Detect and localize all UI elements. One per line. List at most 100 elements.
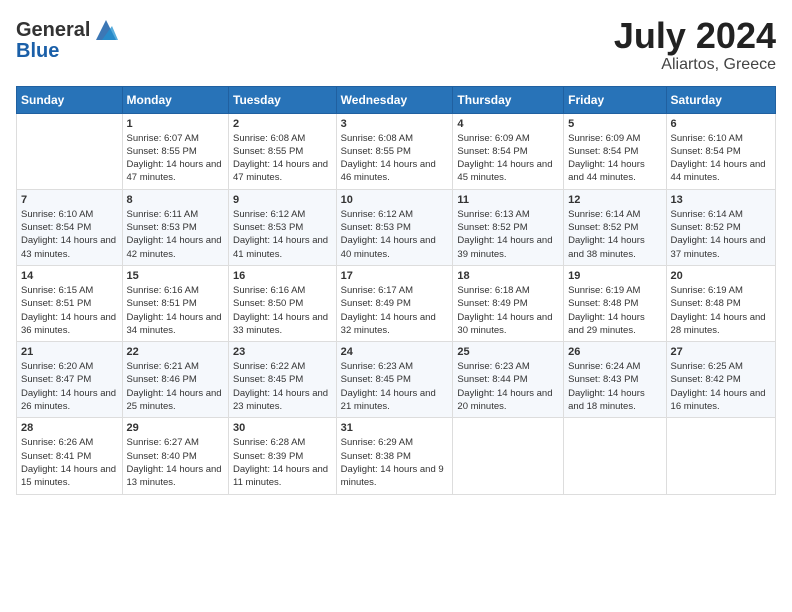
header-monday: Monday [122,86,228,113]
day-number: 7 [21,194,118,206]
calendar-cell: 3 Sunrise: 6:08 AM Sunset: 8:55 PM Dayli… [336,113,453,189]
calendar-cell: 31 Sunrise: 6:29 AM Sunset: 8:38 PM Dayl… [336,418,453,494]
calendar-cell: 27 Sunrise: 6:25 AM Sunset: 8:42 PM Dayl… [666,342,775,418]
day-number: 6 [671,118,771,130]
cell-content: Sunrise: 6:12 AM Sunset: 8:53 PM Dayligh… [233,208,332,261]
calendar-cell: 11 Sunrise: 6:13 AM Sunset: 8:52 PM Dayl… [453,189,564,265]
calendar-cell [17,113,123,189]
day-number: 19 [568,270,661,282]
day-number: 29 [127,422,224,434]
week-row-2: 14 Sunrise: 6:15 AM Sunset: 8:51 PM Dayl… [17,265,776,341]
day-number: 27 [671,346,771,358]
cell-content: Sunrise: 6:13 AM Sunset: 8:52 PM Dayligh… [457,208,559,261]
header-friday: Friday [564,86,666,113]
day-number: 20 [671,270,771,282]
calendar-cell [564,418,666,494]
title-block: July 2024 Aliartos, Greece [614,16,776,74]
calendar-cell: 25 Sunrise: 6:23 AM Sunset: 8:44 PM Dayl… [453,342,564,418]
cell-content: Sunrise: 6:23 AM Sunset: 8:44 PM Dayligh… [457,360,559,413]
calendar-cell: 26 Sunrise: 6:24 AM Sunset: 8:43 PM Dayl… [564,342,666,418]
week-row-1: 7 Sunrise: 6:10 AM Sunset: 8:54 PM Dayli… [17,189,776,265]
cell-content: Sunrise: 6:29 AM Sunset: 8:38 PM Dayligh… [341,436,449,489]
week-row-4: 28 Sunrise: 6:26 AM Sunset: 8:41 PM Dayl… [17,418,776,494]
calendar-cell: 7 Sunrise: 6:10 AM Sunset: 8:54 PM Dayli… [17,189,123,265]
header-saturday: Saturday [666,86,775,113]
day-number: 24 [341,346,449,358]
cell-content: Sunrise: 6:14 AM Sunset: 8:52 PM Dayligh… [568,208,661,261]
day-number: 21 [21,346,118,358]
calendar-cell: 5 Sunrise: 6:09 AM Sunset: 8:54 PM Dayli… [564,113,666,189]
calendar-subtitle: Aliartos, Greece [614,56,776,74]
day-number: 25 [457,346,559,358]
calendar-cell: 1 Sunrise: 6:07 AM Sunset: 8:55 PM Dayli… [122,113,228,189]
calendar-cell: 22 Sunrise: 6:21 AM Sunset: 8:46 PM Dayl… [122,342,228,418]
cell-content: Sunrise: 6:24 AM Sunset: 8:43 PM Dayligh… [568,360,661,413]
cell-content: Sunrise: 6:28 AM Sunset: 8:39 PM Dayligh… [233,436,332,489]
cell-content: Sunrise: 6:08 AM Sunset: 8:55 PM Dayligh… [341,132,449,185]
calendar-cell: 30 Sunrise: 6:28 AM Sunset: 8:39 PM Dayl… [229,418,337,494]
calendar-cell: 18 Sunrise: 6:18 AM Sunset: 8:49 PM Dayl… [453,265,564,341]
calendar-cell [666,418,775,494]
day-number: 9 [233,194,332,206]
cell-content: Sunrise: 6:16 AM Sunset: 8:51 PM Dayligh… [127,284,224,337]
logo-icon [92,16,120,44]
header: General Blue July 2024 Aliartos, Greece [16,16,776,74]
calendar-cell: 20 Sunrise: 6:19 AM Sunset: 8:48 PM Dayl… [666,265,775,341]
calendar-cell: 12 Sunrise: 6:14 AM Sunset: 8:52 PM Dayl… [564,189,666,265]
day-number: 30 [233,422,332,434]
calendar-header-row: SundayMondayTuesdayWednesdayThursdayFrid… [17,86,776,113]
cell-content: Sunrise: 6:19 AM Sunset: 8:48 PM Dayligh… [671,284,771,337]
day-number: 4 [457,118,559,130]
day-number: 26 [568,346,661,358]
day-number: 1 [127,118,224,130]
cell-content: Sunrise: 6:21 AM Sunset: 8:46 PM Dayligh… [127,360,224,413]
week-row-3: 21 Sunrise: 6:20 AM Sunset: 8:47 PM Dayl… [17,342,776,418]
calendar-cell: 10 Sunrise: 6:12 AM Sunset: 8:53 PM Dayl… [336,189,453,265]
header-sunday: Sunday [17,86,123,113]
day-number: 28 [21,422,118,434]
cell-content: Sunrise: 6:26 AM Sunset: 8:41 PM Dayligh… [21,436,118,489]
day-number: 3 [341,118,449,130]
calendar-cell: 23 Sunrise: 6:22 AM Sunset: 8:45 PM Dayl… [229,342,337,418]
cell-content: Sunrise: 6:12 AM Sunset: 8:53 PM Dayligh… [341,208,449,261]
day-number: 16 [233,270,332,282]
cell-content: Sunrise: 6:16 AM Sunset: 8:50 PM Dayligh… [233,284,332,337]
cell-content: Sunrise: 6:20 AM Sunset: 8:47 PM Dayligh… [21,360,118,413]
calendar-title: July 2024 [614,16,776,56]
day-number: 10 [341,194,449,206]
day-number: 23 [233,346,332,358]
cell-content: Sunrise: 6:17 AM Sunset: 8:49 PM Dayligh… [341,284,449,337]
cell-content: Sunrise: 6:22 AM Sunset: 8:45 PM Dayligh… [233,360,332,413]
calendar-cell: 4 Sunrise: 6:09 AM Sunset: 8:54 PM Dayli… [453,113,564,189]
header-tuesday: Tuesday [229,86,337,113]
header-thursday: Thursday [453,86,564,113]
cell-content: Sunrise: 6:09 AM Sunset: 8:54 PM Dayligh… [568,132,661,185]
calendar-cell: 9 Sunrise: 6:12 AM Sunset: 8:53 PM Dayli… [229,189,337,265]
cell-content: Sunrise: 6:07 AM Sunset: 8:55 PM Dayligh… [127,132,224,185]
cell-content: Sunrise: 6:08 AM Sunset: 8:55 PM Dayligh… [233,132,332,185]
calendar-cell: 24 Sunrise: 6:23 AM Sunset: 8:45 PM Dayl… [336,342,453,418]
day-number: 22 [127,346,224,358]
page-container: General Blue July 2024 Aliartos, Greece … [0,0,792,503]
cell-content: Sunrise: 6:10 AM Sunset: 8:54 PM Dayligh… [671,132,771,185]
week-row-0: 1 Sunrise: 6:07 AM Sunset: 8:55 PM Dayli… [17,113,776,189]
calendar-cell: 8 Sunrise: 6:11 AM Sunset: 8:53 PM Dayli… [122,189,228,265]
calendar-cell: 21 Sunrise: 6:20 AM Sunset: 8:47 PM Dayl… [17,342,123,418]
day-number: 14 [21,270,118,282]
calendar-cell: 28 Sunrise: 6:26 AM Sunset: 8:41 PM Dayl… [17,418,123,494]
header-wednesday: Wednesday [336,86,453,113]
calendar-cell: 19 Sunrise: 6:19 AM Sunset: 8:48 PM Dayl… [564,265,666,341]
calendar-cell: 29 Sunrise: 6:27 AM Sunset: 8:40 PM Dayl… [122,418,228,494]
calendar-cell: 2 Sunrise: 6:08 AM Sunset: 8:55 PM Dayli… [229,113,337,189]
day-number: 15 [127,270,224,282]
day-number: 8 [127,194,224,206]
day-number: 11 [457,194,559,206]
calendar-cell [453,418,564,494]
day-number: 12 [568,194,661,206]
cell-content: Sunrise: 6:18 AM Sunset: 8:49 PM Dayligh… [457,284,559,337]
cell-content: Sunrise: 6:14 AM Sunset: 8:52 PM Dayligh… [671,208,771,261]
logo-general: General [16,19,90,42]
cell-content: Sunrise: 6:15 AM Sunset: 8:51 PM Dayligh… [21,284,118,337]
logo: General Blue [16,16,120,63]
calendar-cell: 13 Sunrise: 6:14 AM Sunset: 8:52 PM Dayl… [666,189,775,265]
